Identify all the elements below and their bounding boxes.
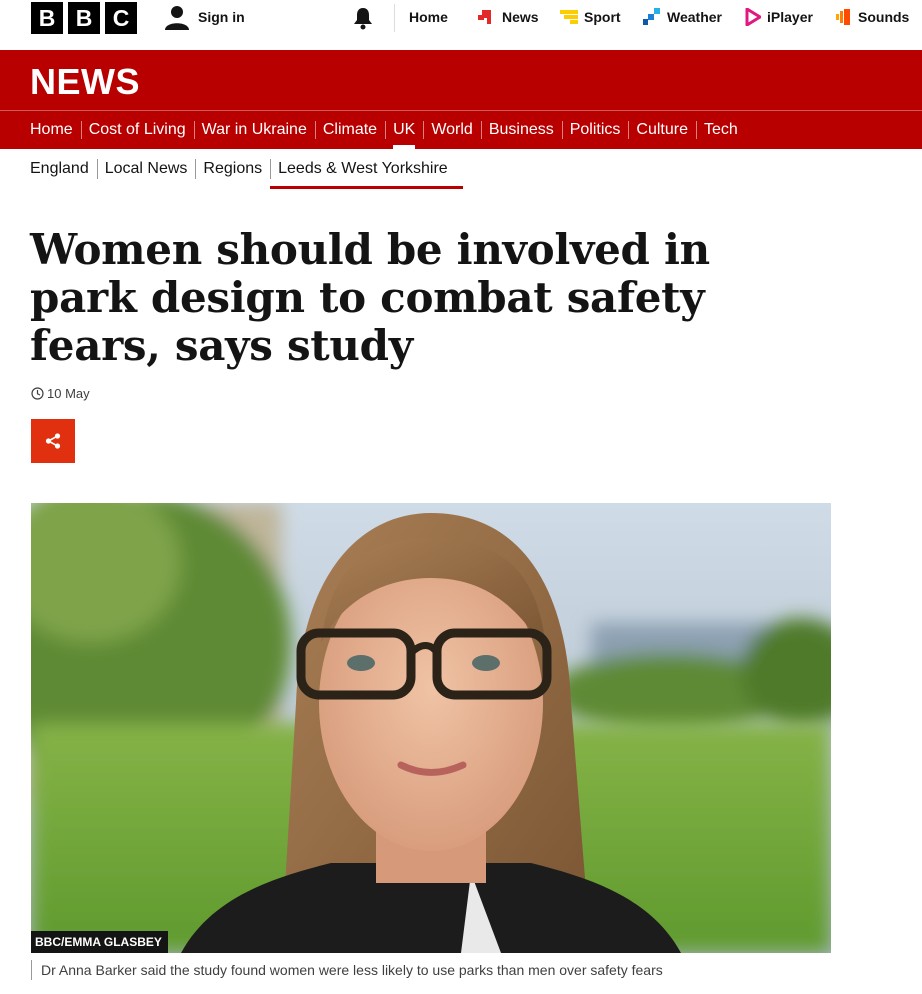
user-icon	[165, 6, 189, 30]
subnav-item-local-news[interactable]: Local News	[96, 154, 196, 184]
bbc-logo[interactable]: B B C	[31, 2, 137, 34]
topnav-iplayer-label: iPlayer	[767, 9, 813, 25]
image-caption: Dr Anna Barker said the study found wome…	[31, 960, 663, 980]
section-item-home[interactable]: Home	[30, 111, 81, 149]
share-icon	[45, 433, 61, 449]
topnav-weather-label: Weather	[667, 9, 722, 25]
news-icon	[478, 10, 491, 24]
news-header: NEWS Home Cost of Living War in Ukraine …	[0, 50, 922, 149]
global-navigation: B B C Sign in Home News Sport Weather iP…	[0, 0, 922, 50]
subnav-item-england[interactable]: England	[30, 154, 97, 184]
topnav-iplayer-link[interactable]: iPlayer	[745, 0, 813, 34]
section-item-war-in-ukraine[interactable]: War in Ukraine	[193, 111, 315, 149]
topnav-sounds-label: Sounds	[858, 9, 910, 25]
section-item-politics[interactable]: Politics	[561, 111, 629, 149]
section-item-uk[interactable]: UK	[385, 111, 423, 149]
notifications-bell-icon[interactable]	[352, 6, 374, 30]
weather-icon	[643, 8, 660, 25]
iplayer-icon	[745, 8, 761, 26]
bbc-logo-letter: C	[105, 2, 137, 34]
bbc-logo-letter: B	[68, 2, 100, 34]
news-logo[interactable]: NEWS	[30, 61, 140, 103]
topnav-sport-link[interactable]: Sport	[560, 0, 621, 34]
section-item-business[interactable]: Business	[480, 111, 562, 149]
sounds-icon	[836, 9, 850, 25]
clock-icon	[31, 387, 44, 400]
sub-navigation: England Local News Regions Leeds & West …	[30, 152, 463, 189]
topnav-news-link[interactable]: News	[478, 0, 539, 34]
section-item-world[interactable]: World	[423, 111, 481, 149]
article-headline: Women should be involved in park design …	[30, 225, 710, 370]
topnav-home-label: Home	[409, 9, 448, 25]
sign-in-label: Sign in	[198, 9, 245, 25]
topnav-sounds-link[interactable]: Sounds	[836, 0, 909, 34]
article-date: 10 May	[47, 386, 90, 401]
section-item-climate[interactable]: Climate	[314, 111, 385, 149]
share-button[interactable]	[31, 419, 75, 463]
topnav-divider	[394, 4, 395, 32]
topnav-news-label: News	[502, 9, 539, 25]
sign-in-link[interactable]: Sign in	[164, 3, 245, 31]
section-item-culture[interactable]: Culture	[628, 111, 696, 149]
article-hero-image: BBC/EMMA GLASBEY	[31, 503, 831, 953]
sport-icon	[560, 10, 578, 24]
topnav-weather-link[interactable]: Weather	[643, 0, 722, 34]
topnav-home-link[interactable]: Home	[409, 0, 448, 34]
bbc-logo-letter: B	[31, 2, 63, 34]
image-credit: BBC/EMMA GLASBEY	[31, 931, 168, 953]
portrait-photo	[31, 503, 831, 953]
topnav-sport-label: Sport	[584, 9, 621, 25]
subnav-item-regions[interactable]: Regions	[195, 154, 270, 184]
section-item-cost-of-living[interactable]: Cost of Living	[80, 111, 194, 149]
section-navigation: Home Cost of Living War in Ukraine Clima…	[30, 111, 746, 149]
subnav-item-leeds-west-yorkshire[interactable]: Leeds & West Yorkshire	[270, 154, 463, 189]
article-metadata: 10 May	[31, 386, 90, 401]
section-item-tech[interactable]: Tech	[696, 111, 746, 149]
